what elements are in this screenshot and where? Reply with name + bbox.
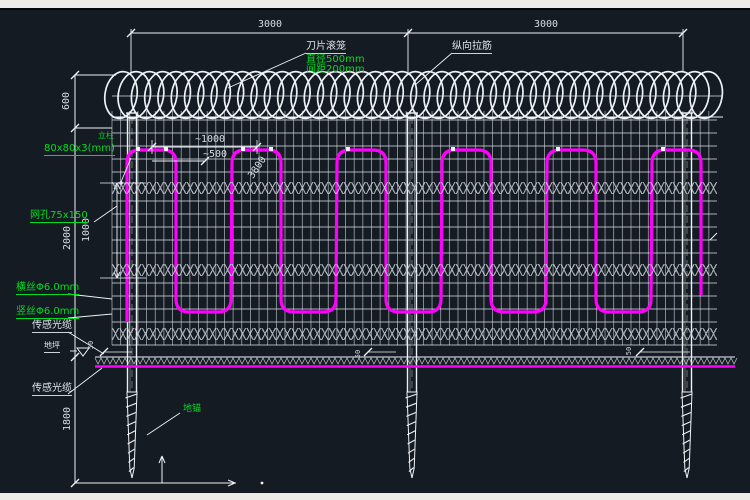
mesh-bend-band-2 [112,264,717,276]
bottom-white-strip [0,493,750,500]
top-white-strip [0,0,750,8]
wire-clip [661,147,665,151]
cad-drawing-canvas: 3000 3000 600 2000 1000 1800 ~1000 ~500 … [0,0,750,500]
ground-level-label: 地坪 [44,340,60,353]
dim-ground-offset-b: 50 [353,343,363,365]
sensor-cable-lower-label: 传感光缆 [32,383,72,396]
drawing-linework [0,0,750,500]
dim-anchor-depth: 1800 [63,399,73,439]
ground-anchor-label: 地锚 [183,404,201,415]
dim-top-span-1: 3000 [230,20,310,30]
wire-clip [241,147,245,151]
wire-clip [451,147,455,151]
razor-coil-pitch-label: 间距200mm [306,64,365,75]
dim-wave-half-pitch: ~500 [192,150,238,160]
wire-clip [164,147,168,151]
tie-wire-label: 纵向拉筋 [452,41,492,54]
mesh-opening-label: 网孔75x150 [30,210,88,223]
horizontal-wire-label: 横丝Φ6.0mm [16,282,79,295]
dim-ground-offset-a: 50 [86,334,96,356]
mesh-bend-band-1 [112,182,717,194]
sensor-cable-upper-label: 传感光缆 [32,320,72,333]
dim-fence-height: 2000 [63,218,73,258]
wire-clip [346,147,350,151]
wire-clip [556,147,560,151]
wire-clip [136,147,140,151]
post-title-label: 立柱 [98,130,114,141]
dim-wave-pitch: ~1000 [185,135,235,145]
dim-top-span-2: 3000 [506,20,586,30]
post-spec-label: 80x80x3(mm) [44,143,115,156]
vertical-wire-label: 竖丝Φ6.0mm [16,306,79,319]
mesh-bend-band-3 [112,328,717,340]
top-divider-line [0,8,750,10]
dim-coil-height: 600 [62,81,72,121]
razor-coil-label: 刀片滚笼 [306,41,346,54]
wire-clip [269,147,273,151]
dim-ground-offset-c: 50 [624,340,634,362]
